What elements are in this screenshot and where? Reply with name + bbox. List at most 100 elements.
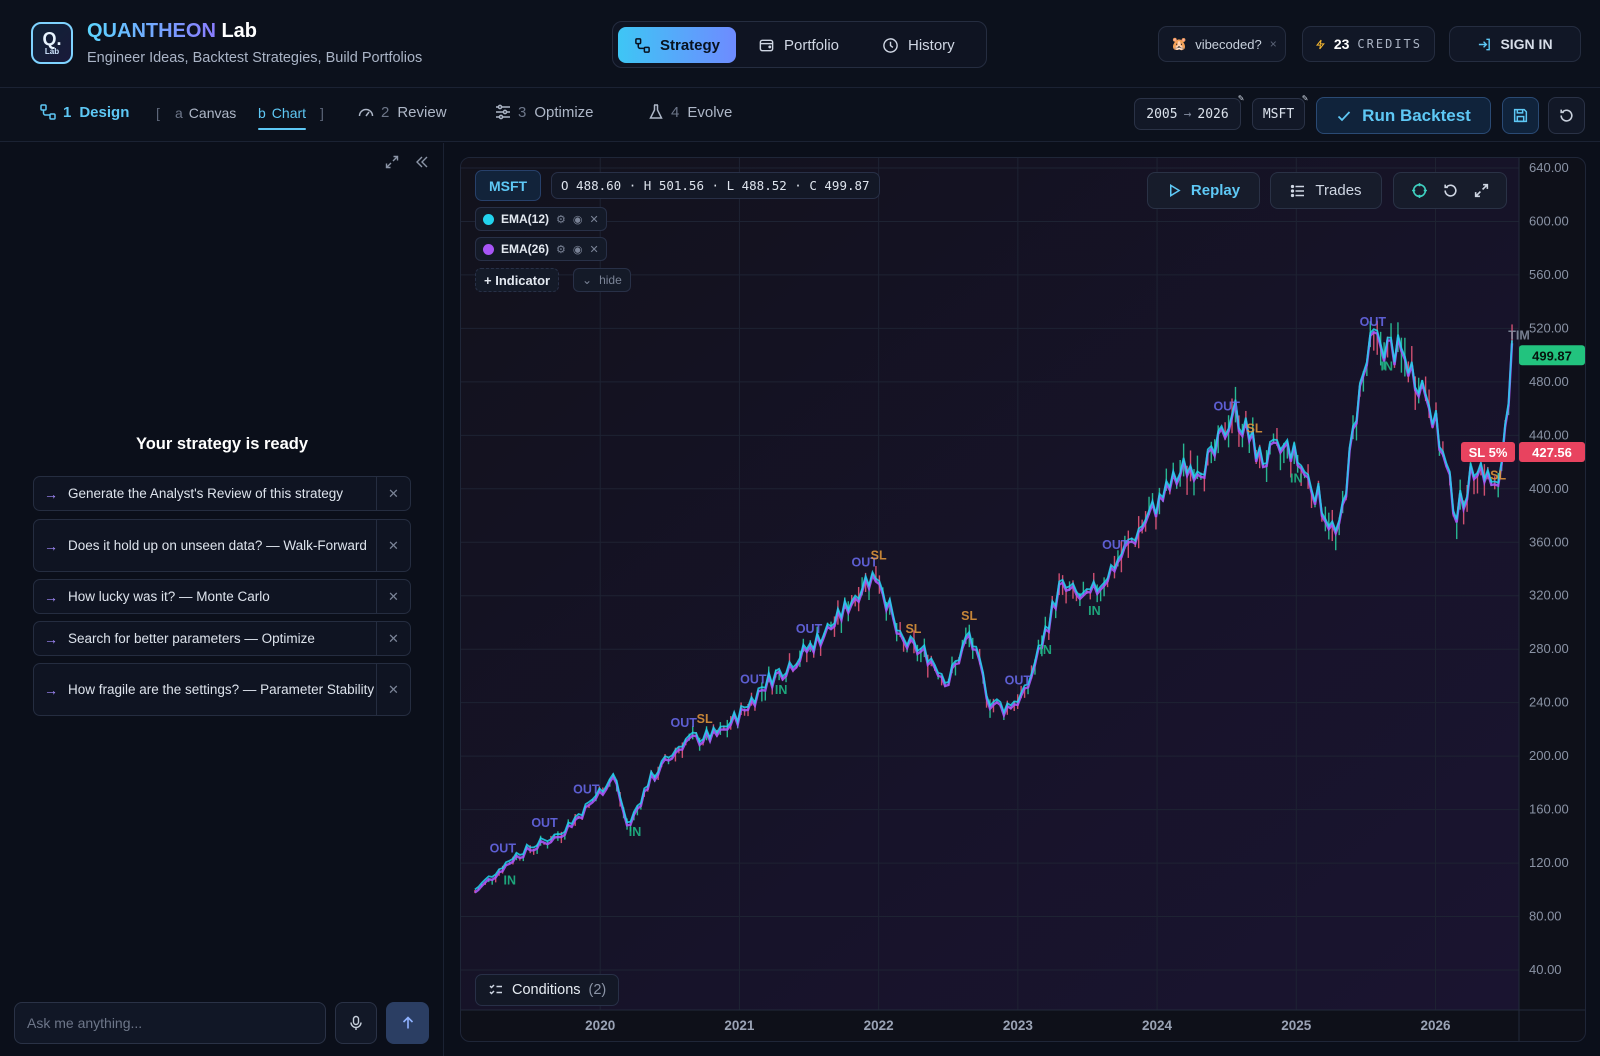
trades-button[interactable]: Trades [1270, 172, 1382, 209]
vibecoded-badge[interactable]: 🐹 vibecoded? × [1158, 26, 1286, 62]
brand-subtitle: Engineer Ideas, Backtest Strategies, Bui… [87, 50, 423, 66]
chart-tools-group [1393, 172, 1507, 209]
y-tick-label: 560.00 [1529, 267, 1569, 282]
step-design-label: Design [79, 103, 130, 121]
step-review[interactable]: 2 Review [357, 103, 447, 121]
trade-marker: SL [697, 712, 713, 726]
strategy-tab[interactable]: Strategy [618, 27, 737, 63]
date-range-chip[interactable]: 2005 → 2026 ✎ [1134, 93, 1244, 130]
send-button[interactable] [386, 1002, 429, 1044]
mic-button[interactable] [335, 1002, 377, 1044]
trade-marker: IN [1088, 604, 1101, 618]
ask-input[interactable] [14, 1002, 326, 1044]
save-button[interactable] [1502, 97, 1539, 134]
suggestion-item[interactable]: → Search for better parameters — Optimiz… [33, 621, 411, 656]
trade-marker: SL [871, 549, 887, 563]
expand-icon[interactable] [384, 154, 400, 170]
mode-switcher: Strategy Portfolio History [612, 21, 987, 68]
trade-marker: IN [503, 873, 516, 887]
strategy-tab-label: Strategy [660, 36, 721, 54]
app-logo[interactable]: Q. Lab [31, 22, 73, 64]
brand-suffix: Lab [215, 20, 258, 42]
y-tick-label: 600.00 [1529, 213, 1569, 228]
sign-in-button[interactable]: SIGN IN [1449, 26, 1581, 62]
y-tick-label: 480.00 [1529, 374, 1569, 389]
close-icon[interactable]: ✕ [376, 477, 410, 510]
x-tick-label: 2023 [1003, 1018, 1034, 1033]
assistant-panel: Your strategy is ready → Generate the An… [0, 143, 444, 1056]
step-review-num: 2 [381, 103, 390, 121]
y-tick-label: 520.00 [1529, 320, 1569, 335]
sub-canvas-key: a [175, 105, 183, 121]
arrow-right-icon: → [44, 681, 58, 698]
nodes-icon [40, 104, 56, 120]
sub-chart-key: b [258, 105, 266, 121]
run-backtest-button[interactable]: Run Backtest [1316, 97, 1491, 134]
trade-marker: OUT [1360, 315, 1387, 329]
step-design[interactable]: 1 Design [39, 103, 129, 121]
hide-indicators-button[interactable]: ⌄ hide [573, 268, 631, 292]
chart-ticker-badge[interactable]: MSFT [475, 170, 542, 201]
crosshair-icon[interactable] [1411, 182, 1428, 199]
chevron-down-icon: ⌄ [582, 273, 593, 287]
reset-button[interactable] [1548, 97, 1585, 134]
settings-icon[interactable]: ⚙ [556, 243, 566, 256]
suggestion-text: Search for better parameters — Optimize [68, 631, 315, 646]
step-optimize[interactable]: 3 Optimize [494, 103, 594, 121]
trade-marker: OUT [490, 841, 517, 855]
close-icon[interactable]: × [1270, 37, 1277, 51]
sub-tab-chart[interactable]: b Chart [258, 105, 307, 130]
reset-zoom-icon[interactable] [1442, 182, 1459, 199]
bracket-open: [ [156, 105, 160, 121]
suggestion-item[interactable]: → Generate the Analyst's Review of this … [33, 476, 411, 511]
wallet-icon [759, 39, 774, 51]
suggestion-item[interactable]: → How lucky was it? — Monte Carlo ✕ [33, 579, 411, 614]
pencil-icon[interactable]: ✎ [1238, 93, 1244, 104]
collapse-panel-icon[interactable] [414, 154, 430, 170]
credits-badge[interactable]: 23 CREDITS [1302, 26, 1435, 62]
trade-marker: SL [905, 622, 921, 636]
strategy-ready-title: Your strategy is ready [135, 435, 309, 453]
sliders-icon [496, 104, 510, 120]
indicator-ema26[interactable]: EMA(26) ⚙ ◉ ✕ [475, 237, 607, 261]
login-icon [1479, 38, 1491, 50]
close-icon[interactable]: ✕ [376, 520, 410, 571]
pencil-icon[interactable]: ✎ [1302, 93, 1308, 104]
x-tick-label: 2025 [1281, 1018, 1312, 1033]
trade-marker: OUT [1005, 673, 1032, 687]
close-icon[interactable]: ✕ [590, 243, 599, 256]
suggestion-item[interactable]: → How fragile are the settings? — Parame… [33, 663, 411, 716]
ticker-chip[interactable]: MSFT ✎ [1252, 93, 1308, 130]
history-tab[interactable]: History [866, 27, 971, 63]
checklist-icon [489, 984, 502, 995]
eye-icon[interactable]: ◉ [573, 213, 583, 226]
lightning-icon [1315, 39, 1325, 49]
close-icon[interactable]: ✕ [376, 580, 410, 613]
close-icon[interactable]: ✕ [376, 622, 410, 655]
indicator-ema12[interactable]: EMA(12) ⚙ ◉ ✕ [475, 207, 607, 231]
step-evolve[interactable]: 4 Evolve [647, 103, 732, 121]
stop-loss-label: SL 5% [1469, 445, 1508, 460]
gauge-icon [358, 108, 374, 117]
price-chart[interactable]: INOUTOUTOUTINOUT SLOUTINOUTOUTSLSLSLOUTIN… [461, 158, 1586, 1042]
settings-icon[interactable]: ⚙ [556, 213, 566, 226]
list-icon [1291, 184, 1305, 197]
hamster-icon: 🐹 [1171, 36, 1188, 51]
suggestion-text: Generate the Analyst's Review of this st… [68, 486, 343, 501]
conditions-button[interactable]: Conditions (2) [475, 974, 620, 1006]
sub-tab-canvas[interactable]: a Canvas [175, 105, 236, 121]
close-icon[interactable]: ✕ [590, 213, 599, 226]
portfolio-tab[interactable]: Portfolio [742, 27, 855, 63]
suggestion-item[interactable]: → Does it hold up on unseen data? — Walk… [33, 519, 411, 572]
fullscreen-icon[interactable] [1473, 182, 1490, 199]
replay-button[interactable]: Replay [1147, 172, 1260, 209]
add-indicator-button[interactable]: + Indicator [475, 268, 560, 292]
eye-icon[interactable]: ◉ [573, 243, 583, 256]
step-optimize-label: Optimize [534, 103, 594, 121]
date-from: 2005 [1146, 106, 1178, 122]
y-tick-label: 320.00 [1529, 588, 1569, 603]
close-icon[interactable]: ✕ [376, 664, 410, 715]
x-axis-ticks: 2020 2021 2022 2023 2024 2025 2026 [585, 1018, 1451, 1033]
trade-marker: IN [629, 825, 642, 839]
arrow-right-icon: → [1183, 106, 1192, 122]
